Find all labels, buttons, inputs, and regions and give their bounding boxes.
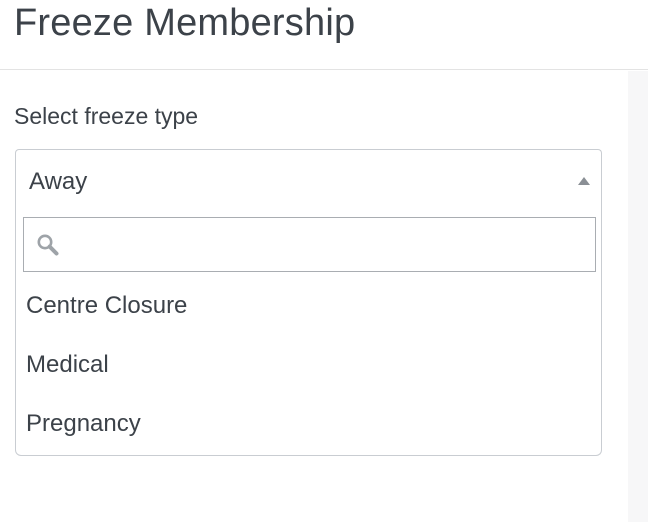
- selected-value: Away: [29, 168, 88, 195]
- page-title: Freeze Membership: [14, 2, 356, 44]
- search-icon: [37, 234, 59, 256]
- freeze-type-dropdown: Centre Closure Medical Pregnancy: [15, 211, 602, 456]
- option-pregnancy[interactable]: Pregnancy: [16, 395, 601, 453]
- freeze-type-select[interactable]: Away: [15, 149, 602, 212]
- option-medical[interactable]: Medical: [16, 336, 601, 394]
- dropdown-search-input[interactable]: [68, 224, 592, 266]
- option-centre-closure[interactable]: Centre Closure: [16, 277, 601, 335]
- panel-header: Freeze Membership: [0, 0, 648, 70]
- dropdown-search-box[interactable]: [23, 217, 596, 272]
- freeze-type-label: Select freeze type: [14, 103, 199, 129]
- caret-up-icon: [578, 177, 590, 185]
- side-panel-strip: [628, 71, 648, 522]
- freeze-membership-panel: Freeze Membership Select freeze type Awa…: [0, 0, 648, 522]
